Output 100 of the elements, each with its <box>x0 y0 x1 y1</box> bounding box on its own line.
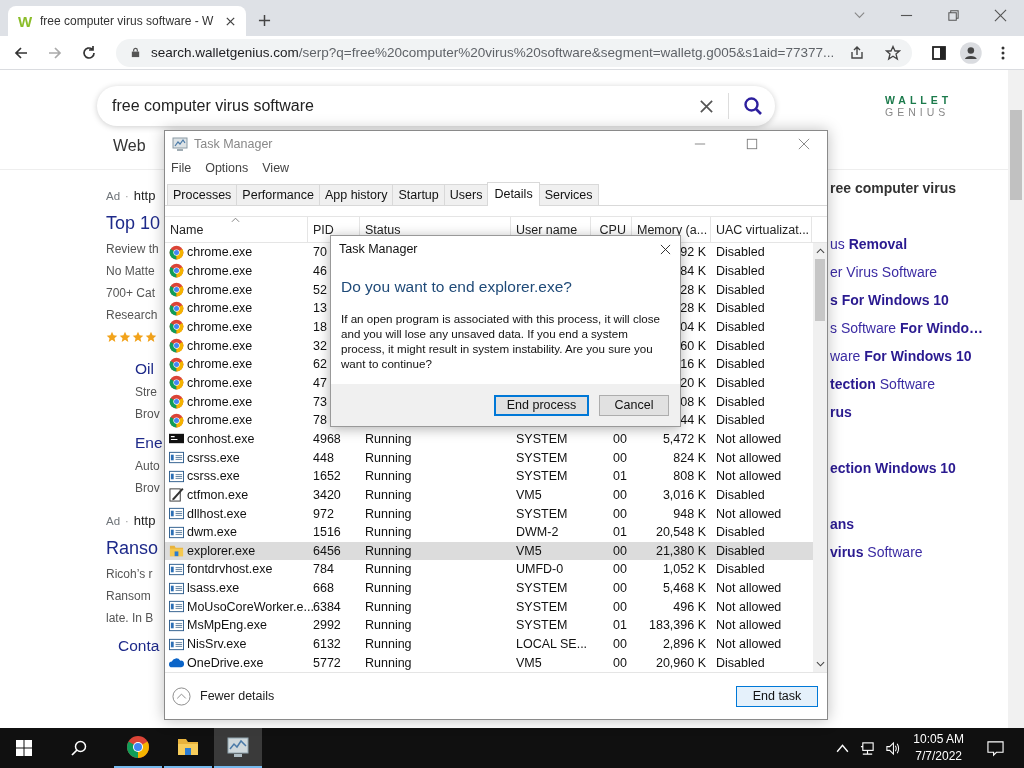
table-cell: Not allowed <box>716 618 782 633</box>
site-favicon: W <box>18 12 32 30</box>
window-title: Task Manager <box>194 137 273 151</box>
table-cell: Disabled <box>716 282 765 297</box>
result-snippet: Ricoh’s r <box>106 566 153 583</box>
table-cell: 46 <box>313 264 327 278</box>
sitelink-snippet: Brov <box>134 406 160 423</box>
table-cell: VM5 <box>516 487 542 502</box>
table-cell: 6384 <box>313 599 341 614</box>
table-cell: 6132 <box>313 637 341 652</box>
table-cell: chrome.exe <box>187 413 253 428</box>
table-cell: chrome.exe <box>187 319 253 334</box>
table-cell: explorer.exe <box>187 543 256 558</box>
table-cell: SYSTEM <box>516 431 568 446</box>
table-cell: 3420 <box>313 487 341 502</box>
table-cell: Running <box>365 469 412 484</box>
table-cell: conhost.exe <box>187 431 255 446</box>
table-cell: csrss.exe <box>187 469 240 484</box>
table-cell: 1516 <box>313 525 341 540</box>
table-cell: 2992 <box>313 618 341 633</box>
table-cell: 784 <box>313 562 334 577</box>
table-cell: 08 K <box>680 394 706 409</box>
table-cell: SYSTEM <box>516 450 568 465</box>
table-cell: 62 <box>313 357 327 372</box>
table-cell: 13 <box>313 301 327 316</box>
table-cell: chrome.exe <box>187 264 253 278</box>
table-cell: OneDrive.exe <box>187 655 264 670</box>
table-cell: 2,896 K <box>662 637 706 652</box>
table-cell: 668 <box>313 581 334 596</box>
table-cell: 00 <box>613 581 627 596</box>
table-cell: chrome.exe <box>187 357 253 372</box>
table-cell: 18 <box>313 319 327 334</box>
table-cell: 20 K <box>680 375 706 390</box>
table-cell: 01 <box>613 525 627 540</box>
table-cell: 70 <box>313 245 327 260</box>
result-snippet: Ransom <box>106 588 151 605</box>
table-cell: 00 <box>613 655 627 670</box>
table-cell: Disabled <box>716 264 765 278</box>
table-cell: 183,396 K <box>649 618 706 633</box>
table-cell: Running <box>365 599 412 614</box>
result-snippet: 700+ Cat <box>106 285 156 302</box>
table-cell: fontdrvhost.exe <box>187 562 273 577</box>
result-snippet: Review th <box>106 241 159 258</box>
sitelink-snippet: Stre <box>134 384 157 401</box>
table-cell: 28 K <box>680 301 706 316</box>
table-cell: Disabled <box>716 338 765 353</box>
table-cell: Disabled <box>716 413 765 428</box>
table-cell: Disabled <box>716 319 765 334</box>
sitelink-snippet: Auto <box>134 458 160 475</box>
table-cell: Running <box>365 637 412 652</box>
table-cell: SYSTEM <box>516 599 568 614</box>
table-cell: 00 <box>613 506 627 521</box>
table-cell: ctfmon.exe <box>187 487 249 502</box>
related-heading: ree computer virus <box>830 179 957 198</box>
table-cell: Not allowed <box>716 450 782 465</box>
table-cell: 00 <box>613 637 627 652</box>
table-cell: Disabled <box>716 655 765 670</box>
table-cell: 92 K <box>680 245 706 260</box>
table-cell: 5,472 K <box>662 431 706 446</box>
table-cell: 21,380 K <box>655 543 706 558</box>
separator-dot: · <box>125 515 129 527</box>
table-cell: Running <box>365 543 412 558</box>
search-query: free computer virus software <box>112 97 315 115</box>
table-cell: Running <box>365 450 412 465</box>
table-cell: Disabled <box>716 562 765 577</box>
table-cell: Not allowed <box>716 469 782 484</box>
table-cell: 00 <box>613 562 627 577</box>
table-cell: Disabled <box>716 525 765 540</box>
table-cell: Running <box>365 581 412 596</box>
url-text: search.walletgenius.com/serp?q=free%20computer%20virus%20software&segment=walletg.g005&s1aid=77377... <box>151 45 835 60</box>
table-cell: Running <box>365 618 412 633</box>
dialog-title: Task Manager <box>339 242 418 256</box>
table-cell: Disabled <box>716 487 765 502</box>
table-cell: 496 K <box>673 599 706 614</box>
table-cell: chrome.exe <box>187 245 253 260</box>
table-cell: 00 <box>613 487 627 502</box>
table-cell: Running <box>365 562 412 577</box>
table-cell: 01 <box>613 469 627 484</box>
table-cell: Disabled <box>716 357 765 372</box>
table-cell: SYSTEM <box>516 469 568 484</box>
table-cell: 44 K <box>680 413 706 428</box>
ad-label: Ad <box>106 190 121 202</box>
table-cell: chrome.exe <box>187 338 253 353</box>
table-cell: 78 <box>313 413 327 428</box>
table-cell: Not allowed <box>716 506 782 521</box>
table-cell: Disabled <box>716 301 765 316</box>
table-cell: 448 <box>313 450 334 465</box>
table-cell: Running <box>365 655 412 670</box>
table-cell: csrss.exe <box>187 450 240 465</box>
table-cell: 808 K <box>673 469 706 484</box>
table-cell: 948 K <box>673 506 706 521</box>
table-cell: Disabled <box>716 543 765 558</box>
table-cell: lsass.exe <box>187 581 240 596</box>
table-cell: Running <box>365 487 412 502</box>
table-cell: MoUsoCoreWorker.e... <box>187 599 314 614</box>
table-cell: Disabled <box>716 394 765 409</box>
table-cell: 32 <box>313 338 327 353</box>
table-cell: Not allowed <box>716 431 782 446</box>
table-cell: Running <box>365 525 412 540</box>
dialog-question: Do you want to end explorer.exe? <box>341 278 572 296</box>
